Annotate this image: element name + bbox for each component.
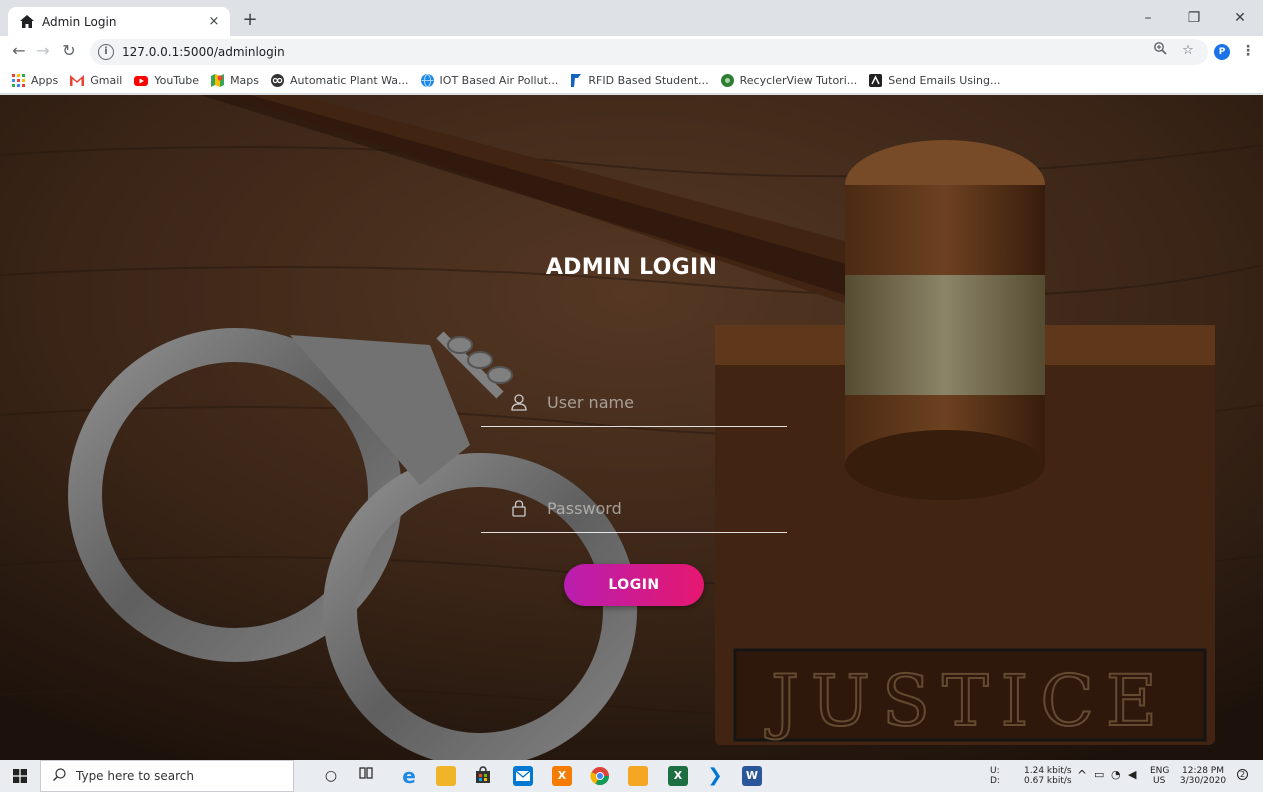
bookmark-label: Apps bbox=[31, 74, 59, 87]
user-icon bbox=[509, 394, 529, 411]
lock-icon bbox=[509, 500, 529, 517]
taskbar-search-box[interactable]: Type here to search bbox=[40, 760, 294, 792]
bookmark-rfid[interactable]: RFID Based Student... bbox=[570, 74, 709, 87]
bookmark-recyclerview[interactable]: RecyclerView Tutori... bbox=[720, 74, 858, 87]
bookmark-label: YouTube bbox=[154, 74, 200, 87]
gmail-icon bbox=[70, 75, 85, 86]
battery-icon[interactable]: ▭ bbox=[1094, 769, 1104, 780]
restore-button[interactable]: ❐ bbox=[1171, 0, 1217, 36]
taskbar-search-placeholder: Type here to search bbox=[76, 769, 194, 783]
site-info-icon[interactable]: i bbox=[98, 44, 114, 60]
notification-icon[interactable]: 2 bbox=[1237, 769, 1249, 780]
word-icon[interactable]: W bbox=[742, 766, 762, 786]
cortana-icon[interactable]: ○ bbox=[321, 766, 341, 786]
address-bar[interactable]: i 127.0.0.1:5000/adminlogin bbox=[90, 39, 1208, 65]
home-icon bbox=[20, 15, 34, 29]
tab-title: Admin Login bbox=[42, 14, 117, 29]
tab-strip: Admin Login × + – ❐ ✕ bbox=[0, 0, 1263, 36]
bookmark-label: Gmail bbox=[90, 74, 123, 87]
url-text: 127.0.0.1:5000/adminlogin bbox=[122, 45, 285, 59]
bookmarks-bar: Apps Gmail YouTube Maps Automatic Plant … bbox=[0, 68, 1263, 94]
page-title: ADMIN LOGIN bbox=[545, 255, 718, 280]
show-hidden-icons-icon[interactable]: ^ bbox=[1077, 769, 1087, 781]
username-field bbox=[481, 379, 787, 427]
recycler-site-icon bbox=[720, 74, 734, 87]
volume-icon[interactable]: ◀ bbox=[1128, 769, 1136, 780]
clock-date[interactable]: 3/30/2020 bbox=[1178, 776, 1228, 786]
bookmark-iot[interactable]: IOT Based Air Pollut... bbox=[420, 74, 559, 87]
excel-icon[interactable]: X bbox=[668, 766, 688, 786]
clock-time[interactable]: 12:28 PM bbox=[1178, 766, 1228, 776]
bookmark-plant[interactable]: Automatic Plant Wa... bbox=[271, 74, 409, 87]
login-page: JUSTICE ADMIN LOGIN LOGIN bbox=[0, 95, 1263, 760]
xampp-icon[interactable]: X bbox=[552, 766, 572, 786]
minimize-button[interactable]: – bbox=[1125, 0, 1171, 36]
bookmark-label: Maps bbox=[230, 74, 260, 87]
close-window-button[interactable]: ✕ bbox=[1217, 0, 1263, 36]
reload-icon[interactable]: ↻ bbox=[58, 40, 80, 62]
windows-taskbar: Type here to search ○ e X X ❯ W U: D: 1.… bbox=[0, 760, 1263, 792]
email-site-icon bbox=[869, 74, 883, 87]
youtube-icon bbox=[134, 75, 149, 86]
globe-icon bbox=[420, 74, 434, 87]
wifi-icon[interactable]: ◔ bbox=[1111, 769, 1121, 780]
network-down-speed: 0.67 kbit/s bbox=[1024, 776, 1072, 786]
edge-icon[interactable]: e bbox=[399, 766, 419, 786]
back-icon[interactable]: ← bbox=[8, 40, 30, 62]
rfid-site-icon bbox=[570, 74, 582, 87]
tab-admin-login[interactable]: Admin Login × bbox=[8, 7, 230, 36]
mail-icon[interactable] bbox=[513, 766, 533, 786]
bookmark-send-emails[interactable]: Send Emails Using... bbox=[869, 74, 1000, 87]
username-input[interactable] bbox=[547, 393, 767, 412]
tab-close-icon[interactable]: × bbox=[206, 14, 222, 30]
network-up-speed: 1.24 kbit/s bbox=[1024, 766, 1072, 776]
menu-icon[interactable]: ⋮ bbox=[1240, 41, 1256, 61]
plant-site-icon bbox=[271, 74, 285, 87]
password-input[interactable] bbox=[547, 499, 767, 518]
store-icon[interactable] bbox=[473, 766, 493, 786]
search-icon bbox=[53, 768, 66, 784]
bookmark-star-icon[interactable]: ☆ bbox=[1178, 41, 1198, 61]
task-view-icon[interactable] bbox=[356, 766, 376, 786]
bookmark-youtube[interactable]: YouTube bbox=[134, 74, 199, 87]
region-indicator[interactable]: US bbox=[1153, 776, 1165, 786]
bookmark-apps[interactable]: Apps bbox=[12, 74, 58, 87]
login-button[interactable]: LOGIN bbox=[564, 564, 704, 606]
bookmark-maps[interactable]: Maps bbox=[211, 74, 259, 87]
browser-toolbar: ← → ↻ i 127.0.0.1:5000/adminlogin ☆ P ⋮ bbox=[0, 36, 1263, 68]
forward-icon[interactable]: → bbox=[32, 40, 54, 62]
file-explorer-icon[interactable] bbox=[436, 766, 456, 786]
vscode-icon[interactable]: ❯ bbox=[705, 766, 725, 786]
bookmark-label: RecyclerView Tutori... bbox=[739, 74, 858, 87]
new-tab-button[interactable]: + bbox=[238, 9, 262, 33]
language-indicator[interactable]: ENG bbox=[1150, 766, 1169, 776]
bookmark-label: IOT Based Air Pollut... bbox=[439, 74, 559, 87]
apps-grid-icon bbox=[12, 74, 25, 87]
background-dim-overlay bbox=[0, 95, 1263, 760]
bookmark-label: RFID Based Student... bbox=[588, 74, 709, 87]
bookmark-label: Send Emails Using... bbox=[888, 74, 1001, 87]
network-down-label: D: bbox=[990, 776, 1000, 786]
bookmark-gmail[interactable]: Gmail bbox=[70, 74, 122, 87]
bookmark-label: Automatic Plant Wa... bbox=[290, 74, 409, 87]
zoom-icon[interactable] bbox=[1150, 41, 1170, 61]
windows-start-icon[interactable] bbox=[0, 760, 40, 792]
notification-count: 2 bbox=[1237, 769, 1249, 780]
chrome-icon[interactable] bbox=[590, 766, 610, 786]
sticky-notes-icon[interactable] bbox=[628, 766, 648, 786]
maps-icon bbox=[211, 74, 225, 87]
profile-avatar[interactable]: P bbox=[1214, 44, 1230, 60]
password-field bbox=[481, 485, 787, 533]
network-up-label: U: bbox=[990, 766, 1000, 776]
